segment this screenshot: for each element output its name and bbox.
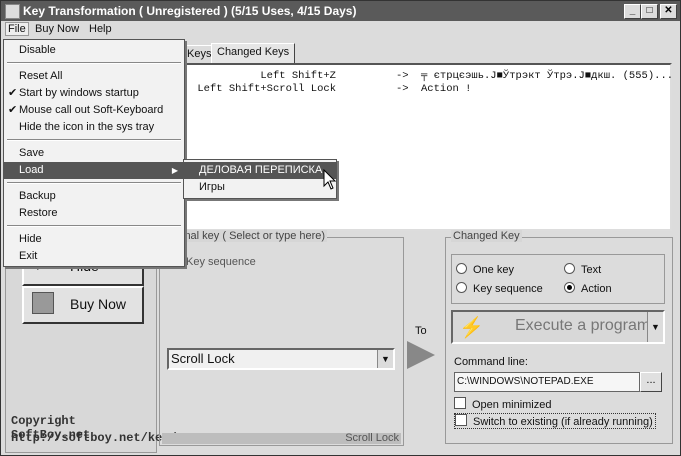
list-row-key: Left Shift+Scroll Lock bbox=[197, 83, 336, 95]
buy-now-button-label: Buy Now bbox=[70, 296, 127, 312]
changed-key-group: Changed Key One key Text Key sequence Ac… bbox=[445, 230, 673, 444]
menu-item-reset-all[interactable]: Reset All bbox=[4, 68, 184, 85]
radio-dot-icon bbox=[456, 263, 467, 274]
main-window: Key Transformation ( Unregistered ) (5/1… bbox=[0, 0, 681, 456]
load-submenu: ДЕЛОВАЯ ПЕРЕПИСКА Игры bbox=[183, 159, 337, 199]
command-line-input[interactable]: C:\WINDOWS\NOTEPAD.EXE bbox=[454, 372, 640, 392]
menu-item-start-with-windows[interactable]: ✔ Start by windows startup bbox=[4, 85, 184, 102]
window-title: Key Transformation ( Unregistered ) (5/1… bbox=[23, 4, 357, 18]
menu-file[interactable]: File bbox=[5, 22, 29, 36]
radio-key-sequence[interactable]: Key sequence bbox=[456, 282, 543, 295]
buy-now-button[interactable]: Buy Now bbox=[22, 286, 144, 324]
original-key-select[interactable]: Scroll Lock ▼ bbox=[167, 348, 395, 370]
menu-separator bbox=[7, 182, 181, 184]
menu-item-disable[interactable]: Disable bbox=[4, 42, 184, 59]
chevron-down-icon[interactable]: ▼ bbox=[647, 312, 663, 342]
changed-keys-list[interactable]: Left Shift+Z -> ╤ єтрцєэшь.Ј■Ўтрэкт Ўтрэ… bbox=[181, 63, 674, 231]
radio-dot-icon bbox=[456, 282, 467, 293]
command-line-label: Command line: bbox=[454, 356, 528, 368]
original-key-value: Scroll Lock bbox=[171, 351, 235, 366]
menu-separator bbox=[7, 62, 181, 64]
check-icon: ✔ bbox=[8, 104, 18, 116]
menu-bar: File Buy Now Help bbox=[1, 21, 680, 39]
list-row-value: ╤ єтрцєэшь.Ј■Ўтрэкт Ўтрэ.Ј■дкш. (555)... bbox=[421, 70, 674, 82]
status-bar: Scroll Lock bbox=[162, 433, 401, 444]
action-value: Execute a program bbox=[515, 317, 651, 334]
menu-item-hide[interactable]: Hide bbox=[4, 231, 184, 248]
radio-selected-icon bbox=[564, 282, 575, 293]
chevron-down-icon[interactable]: ▼ bbox=[377, 350, 393, 368]
menu-item-hide-icon[interactable]: Hide the icon in the sys tray bbox=[4, 119, 184, 136]
maximize-button[interactable]: □ bbox=[641, 4, 658, 19]
browse-button[interactable]: ... bbox=[640, 372, 662, 392]
mouse-cursor-icon bbox=[323, 169, 337, 190]
title-bar: Key Transformation ( Unregistered ) (5/1… bbox=[1, 1, 680, 21]
radio-text[interactable]: Text bbox=[564, 263, 601, 276]
menu-separator bbox=[7, 139, 181, 141]
menu-item-mouse-call-out[interactable]: ✔ Mouse call out Soft-Keyboard bbox=[4, 102, 184, 119]
menu-item-load[interactable]: Load ▶ bbox=[4, 162, 184, 179]
action-select[interactable]: ⚡ Execute a program ▼ bbox=[451, 310, 665, 344]
menu-item-backup[interactable]: Backup bbox=[4, 188, 184, 205]
key-sequence-label: Key sequence bbox=[186, 256, 256, 268]
list-row-value: Action ! bbox=[421, 83, 472, 95]
changed-key-group-title: Changed Key bbox=[451, 230, 522, 242]
menu-item-save[interactable]: Save bbox=[4, 145, 184, 162]
radio-dot-icon bbox=[564, 263, 575, 274]
switch-to-existing-checkbox[interactable]: Switch to existing (if already running) bbox=[454, 413, 656, 429]
file-menu: Disable Reset All ✔ Start by windows star… bbox=[3, 39, 185, 267]
check-icon: ✔ bbox=[8, 87, 18, 99]
close-button[interactable]: ✕ bbox=[660, 4, 677, 19]
app-icon bbox=[5, 4, 20, 19]
list-row-arrow: -> bbox=[396, 83, 409, 95]
menu-separator bbox=[7, 225, 181, 227]
list-row-arrow: -> bbox=[396, 70, 409, 82]
submenu-item-games[interactable]: Игры bbox=[184, 179, 336, 196]
open-minimized-checkbox[interactable]: Open minimized bbox=[454, 397, 551, 411]
menu-help[interactable]: Help bbox=[89, 23, 112, 35]
menu-item-restore[interactable]: Restore bbox=[4, 205, 184, 222]
submenu-arrow-icon: ▶ bbox=[171, 166, 178, 175]
menu-buy-now[interactable]: Buy Now bbox=[35, 23, 79, 35]
lightning-icon: ⚡ bbox=[459, 317, 484, 339]
mode-group: One key Text Key sequence Action bbox=[451, 254, 665, 304]
website-link[interactable]: http://softboy.net/key/ bbox=[11, 431, 177, 445]
menu-item-exit[interactable]: Exit bbox=[4, 248, 184, 265]
submenu-item-business-correspondence[interactable]: ДЕЛОВАЯ ПЕРЕПИСКА bbox=[184, 162, 336, 179]
to-label: To bbox=[415, 325, 427, 337]
minimize-button[interactable]: _ bbox=[624, 4, 641, 19]
radio-action[interactable]: Action bbox=[564, 282, 612, 295]
tab-changed-keys[interactable]: Changed Keys bbox=[211, 43, 296, 64]
original-key-group-title: inal key ( Select or type here) bbox=[180, 230, 328, 242]
arrow-right-icon bbox=[407, 341, 435, 369]
cart-icon bbox=[32, 292, 54, 314]
checkbox-icon bbox=[454, 397, 466, 409]
list-row-key: Left Shift+Z bbox=[260, 70, 336, 82]
original-key-group: inal key ( Select or type here) Key sequ… bbox=[159, 230, 404, 446]
radio-one-key[interactable]: One key bbox=[456, 263, 514, 276]
checkbox-icon bbox=[455, 414, 467, 426]
